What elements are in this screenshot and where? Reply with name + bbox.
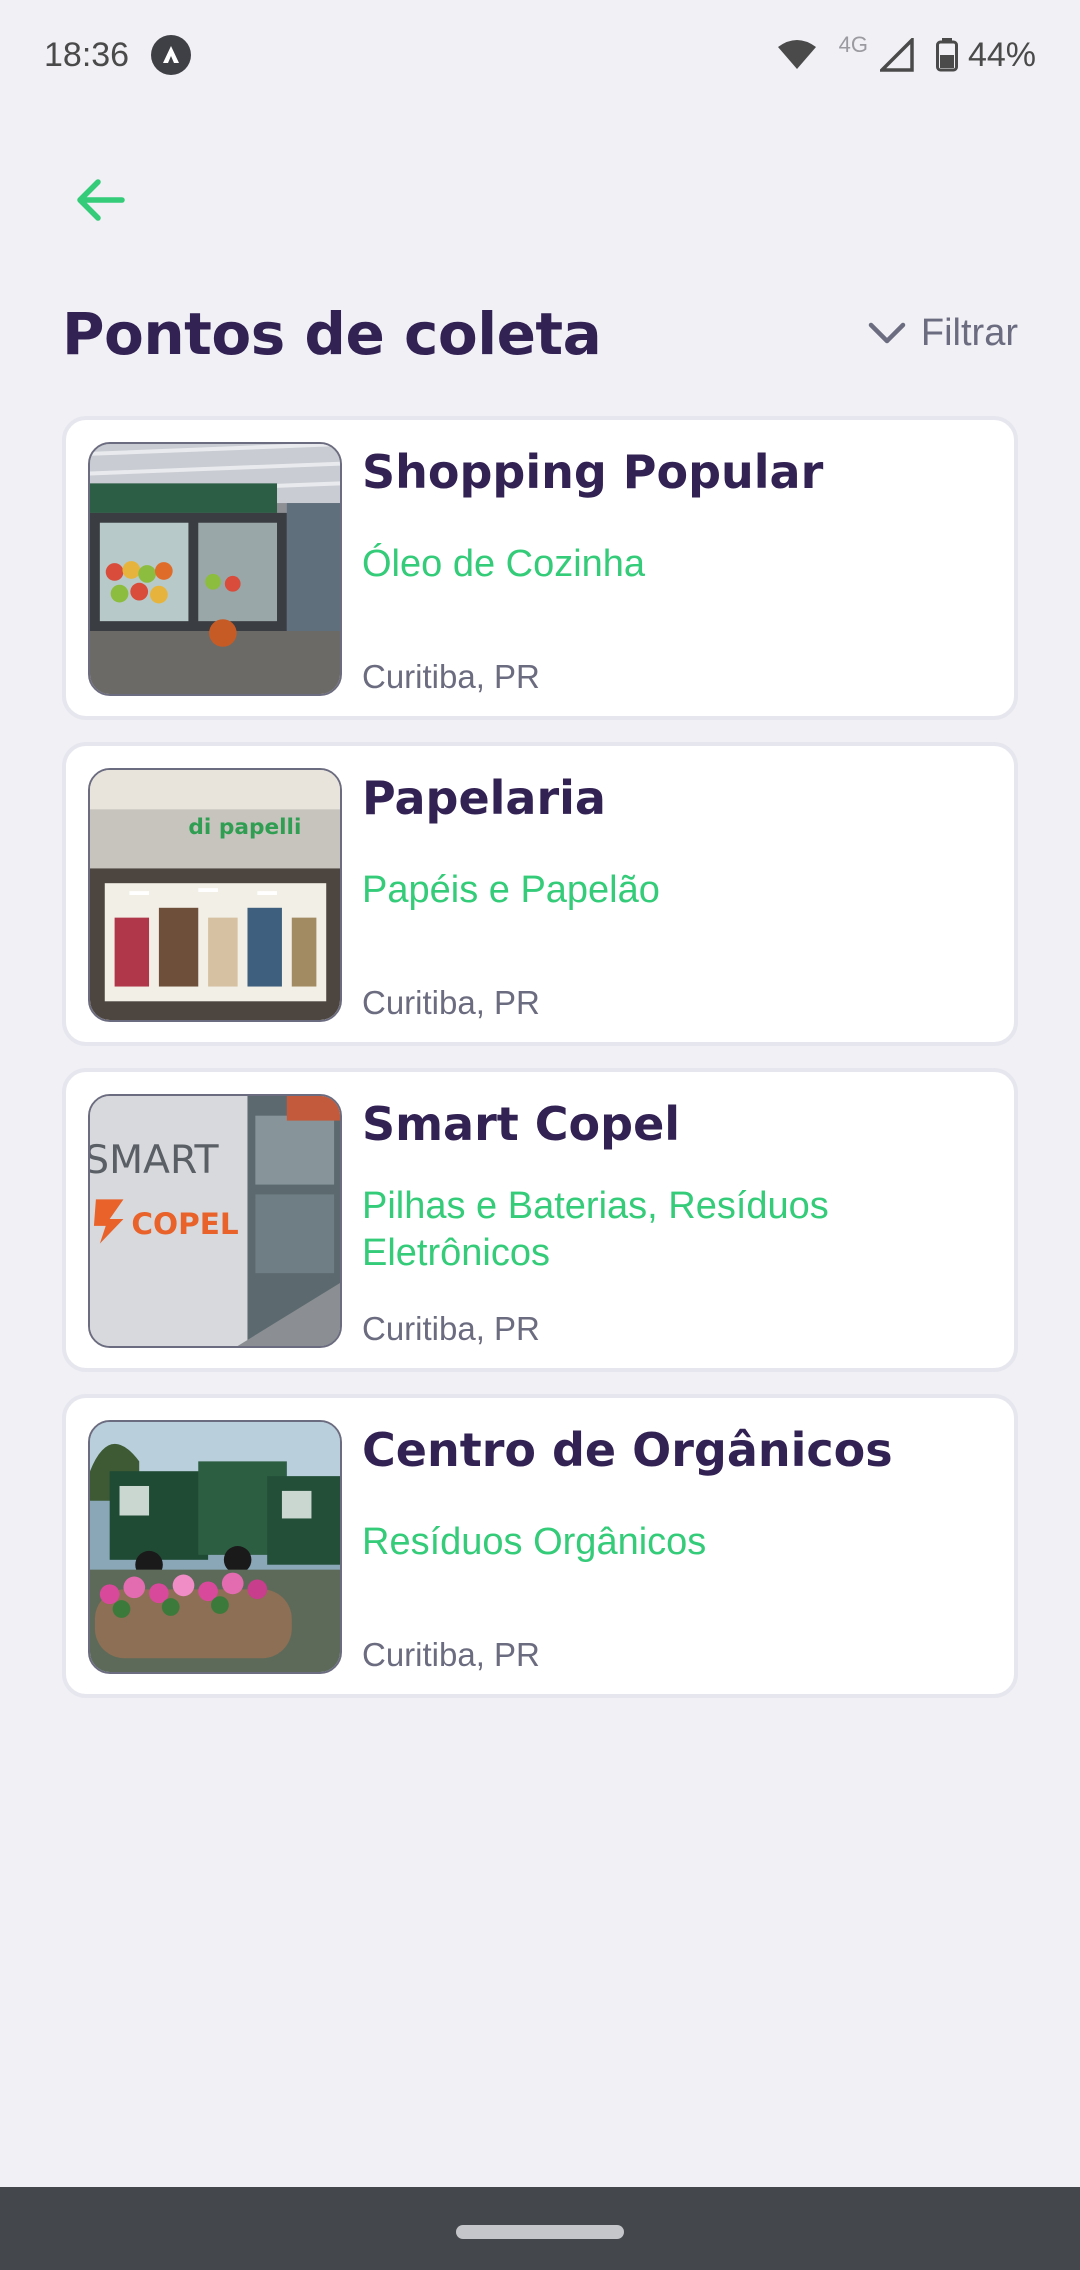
- point-name: Centro de Orgânicos: [362, 1423, 893, 1477]
- point-items: Papéis e Papelão: [362, 868, 660, 911]
- point-items: Resíduos Orgânicos: [362, 1520, 707, 1563]
- battery-percent: 44%: [967, 35, 1036, 74]
- chevron-down-icon: [868, 322, 906, 343]
- stationery-store-photo: di papelli: [90, 770, 340, 1020]
- point-image: [88, 442, 342, 696]
- point-city: Curitiba, PR: [362, 1636, 540, 1673]
- status-left: 18:36: [44, 35, 192, 75]
- market-stall-photo: [90, 444, 340, 694]
- point-card-centro-de-organicos[interactable]: Centro de Orgânicos Resíduos Orgânicos C…: [62, 1394, 1018, 1698]
- point-info: Shopping Popular Óleo de Cozinha Curitib…: [362, 442, 992, 696]
- points-list: Shopping Popular Óleo de Cozinha Curitib…: [62, 416, 1018, 1720]
- point-info: Centro de Orgânicos Resíduos Orgânicos C…: [362, 1420, 992, 1674]
- home-gesture-handle[interactable]: [456, 2224, 624, 2239]
- point-info: Smart Copel Pilhas e Baterias, Resíduos …: [362, 1094, 992, 1348]
- app-notification-icon: [151, 35, 192, 75]
- status-time: 18:36: [44, 35, 130, 74]
- point-items: Pilhas e Baterias, Resíduos Eletrônicos: [362, 1184, 829, 1275]
- status-right: 4G 44%: [777, 32, 1036, 75]
- copel-building-photo: SMART COPEL: [90, 1096, 340, 1346]
- point-image: [88, 1420, 342, 1674]
- garbage-trucks-photo: [90, 1422, 340, 1672]
- system-nav-bar: [0, 2187, 1080, 2270]
- copel-sign-top-text: SMART: [90, 1137, 219, 1183]
- point-card-shopping-popular[interactable]: Shopping Popular Óleo de Cozinha Curitib…: [62, 416, 1018, 720]
- point-image: SMART COPEL: [88, 1094, 342, 1348]
- copel-sign-bottom-text: COPEL: [131, 1207, 238, 1241]
- cell-signal-icon: [879, 38, 914, 72]
- point-name: Smart Copel: [362, 1097, 681, 1151]
- point-name: Papelaria: [362, 771, 606, 825]
- filter-label: Filtrar: [920, 312, 1018, 354]
- battery-icon: [935, 38, 958, 72]
- point-info: Papelaria Papéis e Papelão Curitiba, PR: [362, 768, 992, 1022]
- point-card-smart-copel[interactable]: SMART COPEL Smart Copel Pilhas e Bateria…: [62, 1068, 1018, 1372]
- arrow-left-icon: [77, 179, 125, 221]
- point-city: Curitiba, PR: [362, 658, 540, 695]
- back-button[interactable]: [60, 160, 140, 240]
- status-bar: 18:36 4G 44%: [0, 0, 1080, 110]
- page-title: Pontos de coleta: [62, 300, 602, 368]
- point-name: Shopping Popular: [362, 445, 824, 499]
- point-city: Curitiba, PR: [362, 984, 540, 1021]
- store-sign-text: di papelli: [188, 815, 301, 840]
- point-items: Óleo de Cozinha: [362, 542, 646, 585]
- filter-button[interactable]: Filtrar: [867, 312, 1018, 355]
- point-city: Curitiba, PR: [362, 1310, 540, 1347]
- network-type: 4G: [838, 32, 868, 57]
- point-image: di papelli: [88, 768, 342, 1022]
- wifi-icon: [777, 39, 817, 71]
- point-card-papelaria[interactable]: di papelli Papelaria Papéis e Papelão Cu…: [62, 742, 1018, 1046]
